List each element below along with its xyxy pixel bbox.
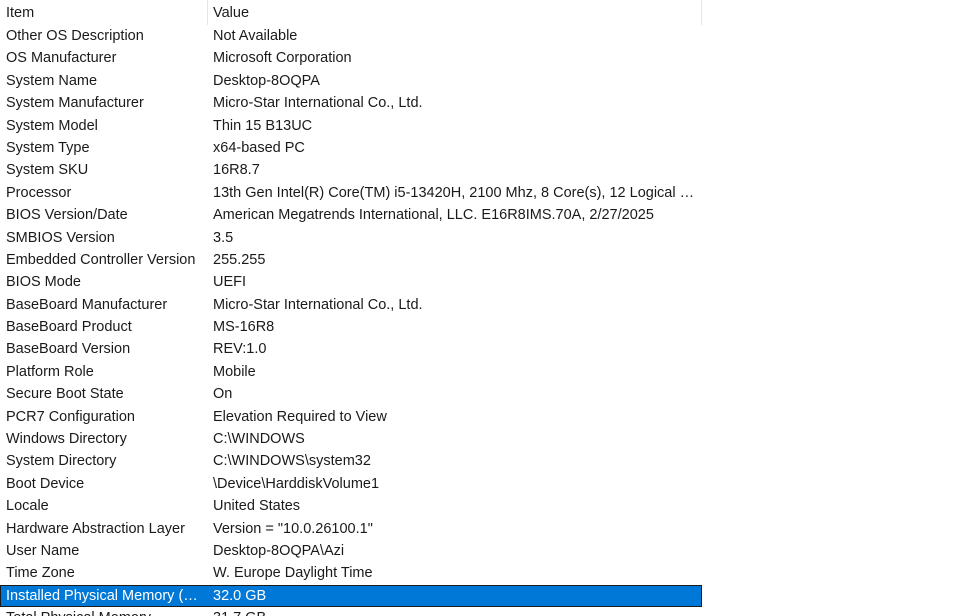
row-item-name: Boot Device [6,475,85,492]
row-item-value: 32.0 GB [213,587,267,604]
column-header-value[interactable]: Value [208,0,702,25]
table-row[interactable]: System Manufacturer Micro-Star Internatio… [0,92,702,114]
row-item-name: SMBIOS Version [6,229,115,246]
row-item-name: Locale [6,498,49,515]
row-item-name: System Type [6,139,90,156]
row-item-name: System SKU [6,162,89,179]
table-row[interactable]: Embedded Controller Version 255.255 [0,249,702,271]
row-item-name: Installed Physical Memory (RA... [6,587,208,604]
row-item-name: BIOS Version/Date [6,207,128,224]
list-rows: Other OS Description Not Available OS Manu… [0,25,702,616]
row-item-name: BaseBoard Manufacturer [6,296,168,313]
table-row[interactable]: Boot Device \Device\HarddiskVolume1 [0,473,702,495]
row-item-name: BaseBoard Version [6,341,131,358]
row-item-name: User Name [6,542,80,559]
row-item-name: Windows Directory [6,431,127,448]
row-item-value: 16R8.7 [213,162,260,179]
table-row[interactable]: System SKU 16R8.7 [0,159,702,181]
row-item-value: On [213,386,233,403]
table-row[interactable]: Secure Boot State On [0,383,702,405]
row-item-name: System Directory [6,453,117,470]
row-item-name: Total Physical Memory [0,607,208,616]
table-row[interactable]: BIOS Version/Date American Megatrends Int… [0,204,702,226]
table-row[interactable]: Hardware Abstraction Layer Version = "10.… [0,518,702,540]
table-row[interactable]: System Type x64-based PC [0,137,702,159]
table-row[interactable]: Processor 13th Gen Intel(R) Core(TM) i5-1… [0,182,702,204]
row-item-name: BIOS Mode [6,274,81,291]
table-row[interactable]: Windows Directory C:\WINDOWS [0,428,702,450]
row-item-value: Desktop-8OQPA\Azi [213,542,345,559]
row-item-value: 255.255 [213,251,266,268]
row-item-value: American Megatrends International, LLC. … [213,207,654,224]
table-row[interactable]: System Name Desktop-8OQPA [0,70,702,92]
row-item-name: Platform Role [6,363,94,380]
row-item-value: UEFI [213,274,247,291]
table-row[interactable]: Platform Role Mobile [0,361,702,383]
row-item-value: C:\WINDOWS [213,431,305,448]
table-row[interactable]: Other OS Description Not Available [0,25,702,47]
row-item-value: 13th Gen Intel(R) Core(TM) i5-13420H, 21… [213,184,702,201]
row-item-name: System Name [6,72,98,89]
table-row[interactable]: SMBIOS Version 3.5 [0,227,702,249]
row-item-value: \Device\HarddiskVolume1 [213,475,380,492]
row-item-name: Hardware Abstraction Layer [6,520,185,537]
list-header: Item Value [0,0,702,25]
row-item-name: Embedded Controller Version [6,251,196,268]
system-summary-list: Item Value Other OS Description Not Avail… [0,0,702,616]
row-item-name: PCR7 Configuration [6,408,135,425]
table-row[interactable]: System Model Thin 15 B13UC [0,115,702,137]
table-row[interactable]: BaseBoard Manufacturer Micro-Star Interna… [0,294,702,316]
row-item-name: System Manufacturer [6,95,144,112]
row-item-value: Elevation Required to View [213,408,387,425]
table-row[interactable]: System Directory C:\WINDOWS\system32 [0,450,702,472]
column-header-item[interactable]: Item [0,0,208,25]
row-item-name: OS Manufacturer [6,50,117,67]
table-row[interactable]: PCR7 Configuration Elevation Required to … [0,406,702,428]
row-item-name: Processor [6,184,72,201]
row-item-value: MS-16R8 [213,319,275,336]
table-row[interactable]: Locale United States [0,495,702,517]
row-item-value: REV:1.0 [213,341,267,358]
table-row[interactable]: User Name Desktop-8OQPA\Azi [0,540,702,562]
row-item-value: 3.5 [213,229,234,246]
table-row[interactable]: Time Zone W. Europe Daylight Time [0,562,702,584]
row-item-value: Version = "10.0.26100.1" [213,520,373,537]
row-item-value: 31.7 GB [208,607,702,616]
table-row[interactable]: OS Manufacturer Microsoft Corporation [0,47,702,69]
table-row[interactable]: Installed Physical Memory (RA... 32.0 GB [0,584,702,608]
row-item-name: Other OS Description [6,28,144,44]
row-item-value: Micro-Star International Co., Ltd. [213,95,423,112]
row-item-name: Time Zone [6,565,75,582]
row-item-name: Secure Boot State [6,386,124,403]
row-item-value: United States [213,498,301,515]
row-item-value: Not Available [213,28,298,44]
row-item-name: System Model [6,117,98,134]
row-item-value: Desktop-8OQPA [213,72,320,89]
row-item-value: Microsoft Corporation [213,50,352,67]
table-row[interactable]: BIOS Mode UEFI [0,271,702,293]
row-item-value: C:\WINDOWS\system32 [213,453,371,470]
row-item-value: Thin 15 B13UC [213,117,313,134]
table-row[interactable]: BaseBoard Product MS-16R8 [0,316,702,338]
row-item-value: x64-based PC [213,139,305,156]
row-item-value: W. Europe Daylight Time [213,565,373,582]
table-row[interactable]: Total Physical Memory31.7 GB [0,607,702,616]
row-item-value: Mobile [213,363,256,380]
table-row[interactable]: BaseBoard Version REV:1.0 [0,338,702,360]
row-item-value: Micro-Star International Co., Ltd. [213,296,423,313]
row-item-name: BaseBoard Product [6,319,132,336]
